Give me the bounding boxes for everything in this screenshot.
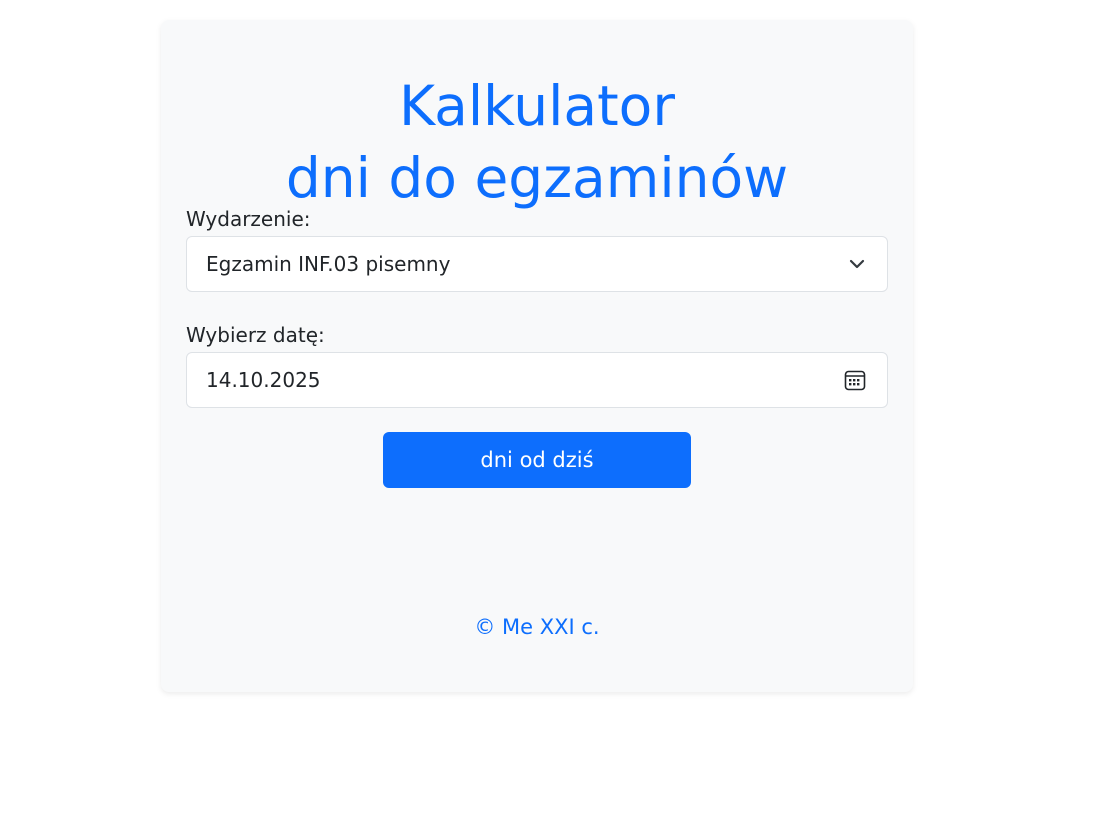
calculator-card: Kalkulator dni do egzaminów Wydarzenie: …: [161, 20, 913, 692]
date-input-value: 14.10.2025: [206, 368, 321, 392]
calendar-icon[interactable]: [844, 369, 866, 391]
page-title-line-1: Kalkulator: [399, 74, 675, 138]
page-title-line-2: dni do egzaminów: [285, 146, 789, 210]
event-select-value: Egzamin INF.03 pisemny: [206, 252, 451, 276]
event-label: Wydarzenie:: [186, 207, 311, 231]
page-title: Kalkulator dni do egzaminów: [161, 70, 913, 214]
event-select[interactable]: Egzamin INF.03 pisemny: [186, 236, 888, 292]
chevron-down-icon: [849, 259, 865, 269]
date-label: Wybierz datę:: [186, 323, 325, 347]
footer-copyright: © Me XXI c.: [474, 615, 600, 639]
date-input[interactable]: 14.10.2025: [186, 352, 888, 408]
calculate-days-button[interactable]: dni od dziś: [383, 432, 691, 488]
